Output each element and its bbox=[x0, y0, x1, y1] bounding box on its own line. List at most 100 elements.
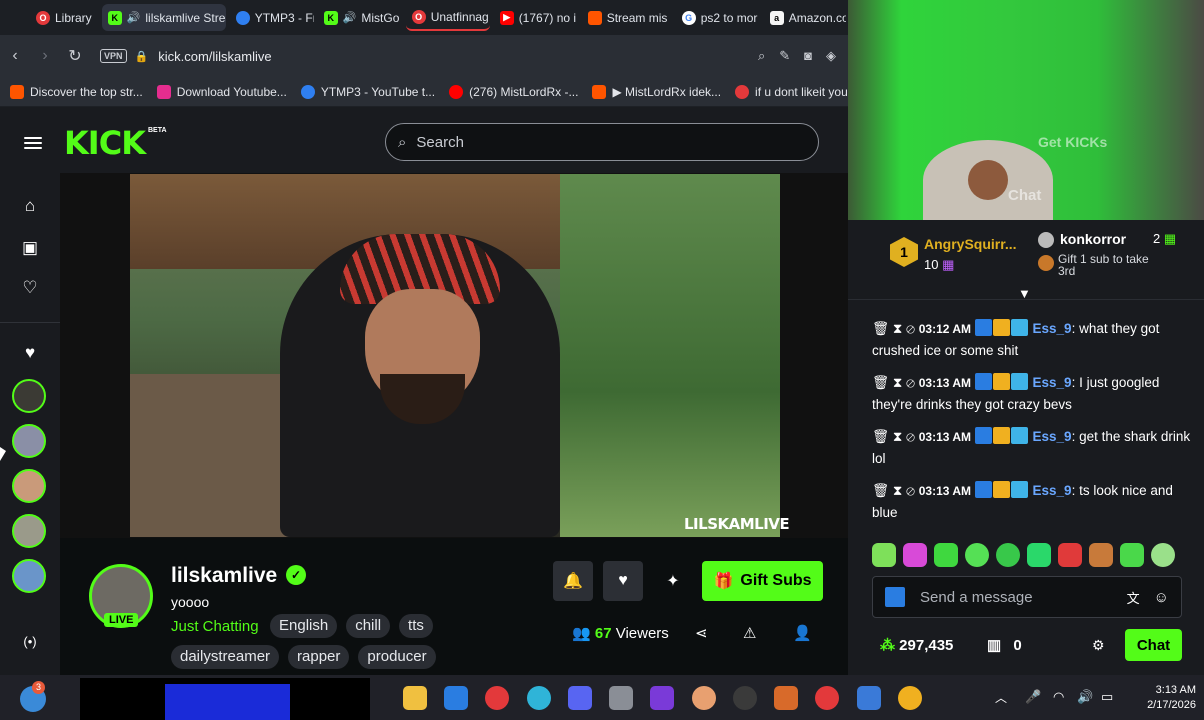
emote-icon[interactable] bbox=[1089, 543, 1113, 567]
shield-icon[interactable]: ◈ bbox=[826, 48, 836, 64]
tray-chevron-icon[interactable]: ︿ bbox=[995, 689, 1007, 706]
share-icon[interactable]: ⋖ bbox=[695, 624, 708, 642]
notification-bell-button[interactable]: 🔔 bbox=[553, 561, 593, 601]
system-clock[interactable]: 3:13 AM 2/17/2026 bbox=[1140, 683, 1196, 713]
obs-icon[interactable] bbox=[733, 686, 757, 710]
bookmark-item[interactable]: YTMP3 - YouTube t... bbox=[300, 84, 435, 99]
forward-icon[interactable]: › bbox=[30, 47, 60, 65]
ban-icon[interactable]: ⊘ bbox=[906, 483, 915, 498]
user-add-icon[interactable]: 👤 bbox=[793, 624, 812, 642]
followed-channel-avatar[interactable] bbox=[12, 514, 46, 548]
delete-icon[interactable]: 🗑 bbox=[872, 375, 889, 390]
app-icon[interactable] bbox=[692, 686, 716, 710]
delete-icon[interactable]: 🗑 bbox=[872, 429, 889, 444]
tag-chip[interactable]: English bbox=[270, 614, 338, 638]
tab-amazon[interactable]: a Amazon.co bbox=[764, 4, 846, 31]
tab-ytmp3[interactable]: YTMP3 - Fr bbox=[230, 4, 314, 31]
chat-identity-icon[interactable] bbox=[885, 587, 905, 607]
gift-counter[interactable]: ▥ 0 bbox=[987, 636, 1022, 654]
url-field[interactable]: kick.com/lilskamlive bbox=[158, 49, 271, 64]
wifi-icon[interactable]: ◠ bbox=[1053, 689, 1064, 705]
opera-taskbar-icon[interactable] bbox=[485, 686, 509, 710]
timeout-icon[interactable]: ⧗ bbox=[893, 429, 902, 444]
tab-unatfinnag[interactable]: O Unatfinnag bbox=[405, 4, 490, 31]
kicks-balance[interactable]: ⁂ 297,435 bbox=[880, 636, 953, 654]
emote-icon[interactable] bbox=[872, 543, 896, 567]
emote-icon[interactable] bbox=[903, 543, 927, 567]
outlook-icon[interactable] bbox=[444, 686, 468, 710]
timeout-icon[interactable]: ⧗ bbox=[893, 375, 902, 390]
settings-gear-icon[interactable]: ⚙ bbox=[1092, 637, 1105, 654]
reload-icon[interactable]: ↻ bbox=[60, 46, 90, 66]
message-user[interactable]: Ess_9 bbox=[1033, 429, 1072, 444]
volume-icon[interactable]: 🔊 bbox=[1077, 689, 1093, 705]
message-user[interactable]: Ess_9 bbox=[1033, 375, 1072, 390]
tag-chip[interactable]: producer bbox=[358, 645, 436, 669]
delete-icon[interactable]: 🗑 bbox=[872, 321, 889, 336]
delete-icon[interactable]: 🗑 bbox=[872, 483, 889, 498]
tab-youtube[interactable]: ▶ (1767) no i bbox=[494, 4, 578, 31]
discord-icon[interactable] bbox=[568, 686, 592, 710]
chat-expand-icon[interactable]: ▼ bbox=[1018, 286, 1031, 301]
emote-icon[interactable] bbox=[1151, 543, 1175, 567]
bookmark-item[interactable]: Download Youtube... bbox=[156, 84, 287, 99]
opera-gx-icon[interactable] bbox=[815, 686, 839, 710]
followed-channel-avatar[interactable] bbox=[12, 379, 46, 413]
tab-library[interactable]: O Library bbox=[30, 4, 98, 31]
search-icon[interactable]: ⌕ bbox=[758, 48, 765, 64]
emote-icon[interactable] bbox=[996, 543, 1020, 567]
video-editor-icon[interactable] bbox=[650, 686, 674, 710]
fl-studio-icon[interactable] bbox=[774, 686, 798, 710]
message-user[interactable]: Ess_9 bbox=[1033, 483, 1072, 498]
timeout-icon[interactable]: ⧗ bbox=[893, 483, 902, 498]
ban-icon[interactable]: ⊘ bbox=[906, 429, 915, 444]
edit-icon[interactable]: ✎ bbox=[779, 48, 790, 64]
bookmark-item[interactable]: Discover the top str... bbox=[10, 84, 143, 99]
timeout-icon[interactable]: ⧗ bbox=[893, 321, 902, 336]
back-icon[interactable]: ‹ bbox=[0, 47, 30, 65]
emote-icon[interactable] bbox=[1058, 543, 1082, 567]
report-icon[interactable]: ⚠ bbox=[743, 624, 756, 642]
emote-icon[interactable] bbox=[1027, 543, 1051, 567]
chrome-icon[interactable] bbox=[898, 686, 922, 710]
tab-soundcloud[interactable]: Stream mis bbox=[582, 4, 672, 31]
camera-app-icon[interactable] bbox=[609, 686, 633, 710]
following-heart-icon[interactable]: ♡ bbox=[20, 278, 40, 298]
emoji-icon[interactable]: ☺ bbox=[1154, 589, 1169, 606]
message-user[interactable]: Ess_9 bbox=[1033, 321, 1072, 336]
ban-icon[interactable]: ⊘ bbox=[906, 321, 915, 336]
photos-icon[interactable] bbox=[857, 686, 881, 710]
category-link[interactable]: Just Chatting bbox=[171, 618, 259, 635]
tag-chip[interactable]: dailystreamer bbox=[171, 645, 280, 669]
send-chat-button[interactable]: Chat bbox=[1125, 629, 1182, 661]
followed-channel-avatar[interactable] bbox=[12, 469, 46, 503]
menu-icon[interactable] bbox=[24, 134, 42, 152]
followed-channel-avatar[interactable] bbox=[12, 424, 46, 458]
translate-icon[interactable]: 文 bbox=[1127, 588, 1140, 607]
home-icon[interactable]: ⌂ bbox=[20, 196, 40, 216]
stream-video[interactable] bbox=[130, 174, 780, 537]
tag-chip[interactable]: chill bbox=[346, 614, 391, 638]
tag-chip[interactable]: rapper bbox=[288, 645, 350, 669]
chat-message-input[interactable]: Send a message 文 ☺ bbox=[872, 576, 1182, 618]
leader-1-name[interactable]: AngrySquirr... bbox=[924, 236, 1017, 252]
tag-chip[interactable]: tts bbox=[399, 614, 433, 638]
live-recommended-icon[interactable]: (•) bbox=[20, 634, 40, 654]
edge-icon[interactable] bbox=[527, 686, 551, 710]
tab-kick-active[interactable]: K 🔊 lilskamlive Strea bbox=[101, 4, 226, 31]
bookmark-item[interactable]: (276) MistLordRx -... bbox=[449, 84, 578, 99]
bookmark-item[interactable]: ▶ MistLordRx idek... bbox=[592, 84, 721, 99]
search-input[interactable]: ⌕ Search bbox=[385, 123, 819, 161]
leader-2-name[interactable]: konkorror bbox=[1060, 231, 1126, 247]
emote-icon[interactable] bbox=[934, 543, 958, 567]
emote-icon[interactable] bbox=[965, 543, 989, 567]
battery-icon[interactable]: ▭ bbox=[1101, 689, 1113, 705]
camera-icon[interactable]: ◙ bbox=[804, 48, 812, 64]
tab-mistgo[interactable]: K 🔊 MistGo bbox=[318, 4, 402, 31]
emote-icon[interactable] bbox=[1120, 543, 1144, 567]
file-explorer-icon[interactable] bbox=[403, 686, 427, 710]
kick-logo[interactable]: KICK bbox=[64, 124, 146, 162]
gift-subs-button[interactable]: 🎁 Gift Subs bbox=[702, 561, 823, 601]
sparkle-button[interactable]: ✦ bbox=[653, 561, 693, 601]
tab-google[interactable]: Gps2 to mor bbox=[676, 4, 760, 31]
